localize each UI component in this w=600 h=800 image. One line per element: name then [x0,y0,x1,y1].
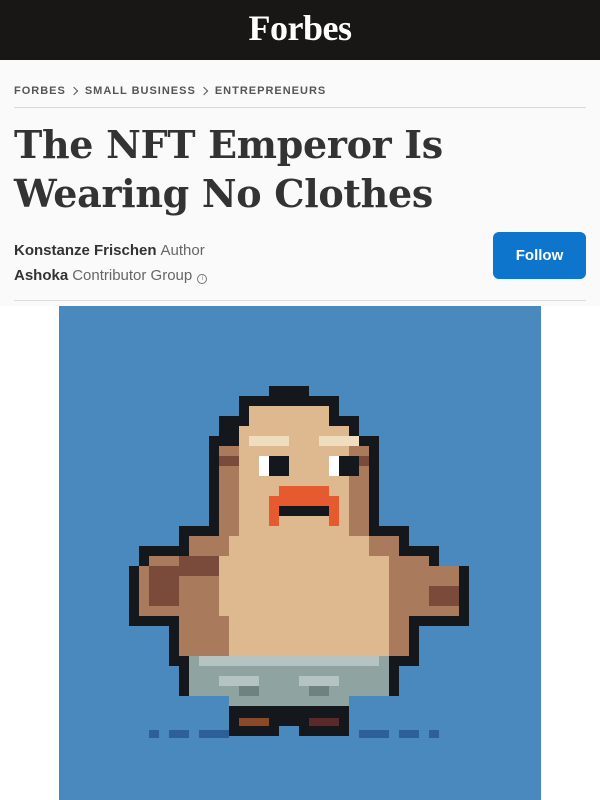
page-title: The NFT Emperor Is Wearing No Clothes [14,120,586,218]
divider [14,300,586,301]
top-nav-bar: Forbes [0,0,600,60]
info-icon[interactable]: i [197,274,208,284]
author-name[interactable]: Konstanze Frischen [14,242,157,259]
breadcrumb-item-forbes[interactable]: FORBES [14,85,66,97]
follow-button[interactable]: Follow [493,232,586,279]
article-header: FORBES SMALL BUSINESS ENTREPRENEURS The … [0,60,600,306]
contributor-group-name[interactable]: Ashoka [14,267,68,284]
breadcrumb: FORBES SMALL BUSINESS ENTREPRENEURS [14,60,586,98]
forbes-logo[interactable]: Forbes [249,7,352,49]
byline-block: Konstanze Frischen Author Ashoka Contribut… [14,232,586,290]
hero-image [59,306,541,800]
chevron-right-icon [69,86,79,96]
headline-line-2: Wearing No Clothes [14,171,433,216]
headline-line-1: The NFT Emperor Is [14,122,443,167]
pixel-art-emperor-icon [129,386,469,738]
breadcrumb-item-small-business[interactable]: SMALL BUSINESS [85,85,196,97]
divider [14,107,586,108]
author-role: Author [160,242,205,259]
chevron-right-icon [199,86,209,96]
breadcrumb-item-entrepreneurs[interactable]: ENTREPRENEURS [215,85,326,97]
contributor-role: Contributor Group [72,267,193,284]
